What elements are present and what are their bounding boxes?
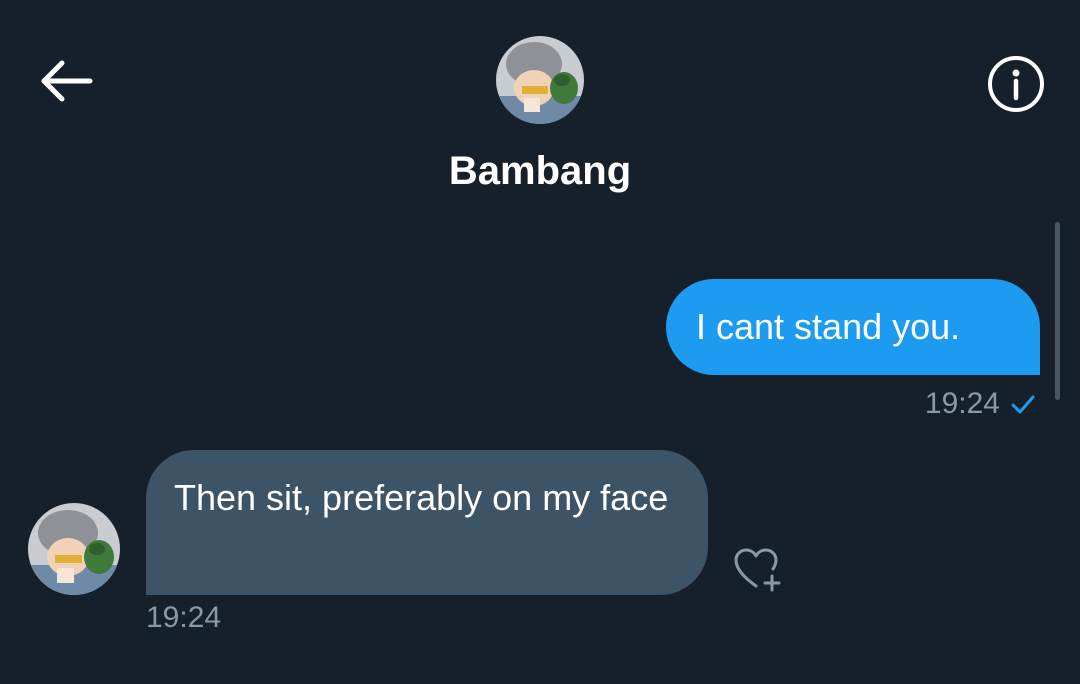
outgoing-message-time: 19:24 — [924, 387, 1000, 420]
arrow-left-icon — [41, 60, 93, 102]
heart-plus-icon — [734, 548, 781, 592]
outgoing-message-bubble[interactable]: I cant stand you. — [666, 279, 1040, 375]
outgoing-message-meta: 19:24 — [925, 384, 1036, 424]
outgoing-message-text: I cant stand you. — [696, 306, 961, 347]
scrollbar[interactable] — [1055, 222, 1060, 400]
sender-avatar[interactable] — [28, 503, 120, 595]
add-reaction-button[interactable] — [728, 542, 788, 596]
checkmark-icon — [1011, 395, 1035, 414]
avatar-image — [28, 503, 120, 595]
incoming-message-time: 19:24 — [146, 601, 222, 634]
back-button[interactable] — [36, 54, 96, 108]
avatar-image — [496, 36, 584, 124]
incoming-message-bubble[interactable]: Then sit, preferably on my face — [146, 450, 708, 595]
info-circle-icon — [988, 56, 1044, 112]
dm-conversation-screen: Bambang I cant stand you. 19:24 Then sit… — [0, 0, 1080, 684]
conversation-info-button[interactable] — [984, 52, 1048, 116]
header-avatar[interactable] — [496, 36, 584, 124]
contact-name: Bambang — [448, 149, 632, 193]
incoming-message-text: Then sit, preferably on my face — [174, 477, 669, 518]
